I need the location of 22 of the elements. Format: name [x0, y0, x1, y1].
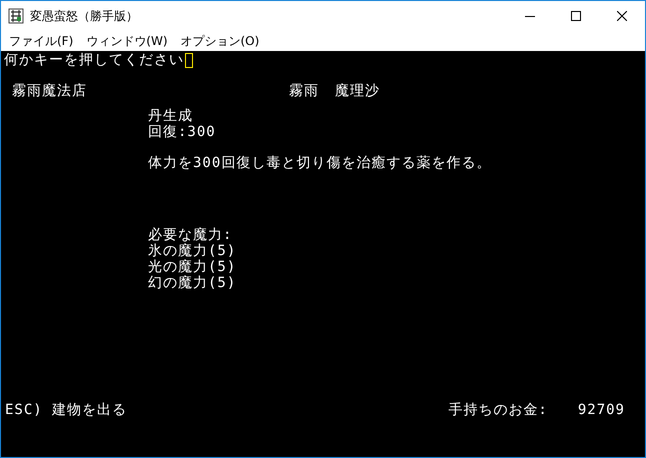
menu-item[interactable]: ウィンドウ(W) — [80, 32, 174, 50]
item-stat: 回復:300 — [148, 124, 217, 140]
requirement-item: 氷の魔力(5) — [148, 243, 238, 259]
requirements-label: 必要な魔力: — [148, 227, 234, 243]
exit-hint: ESC) 建物を出る — [5, 402, 128, 418]
money-value: 92709 — [578, 402, 625, 418]
requirement-item: 光の魔力(5) — [148, 259, 238, 275]
prompt-text: 何かキーを押してください — [4, 52, 184, 68]
owner-surname: 霧雨 — [289, 83, 319, 99]
window-title: 変愚蛮怒（勝手版） — [30, 8, 139, 24]
close-icon — [617, 11, 627, 21]
requirement-item: 幻の魔力(5) — [148, 275, 238, 291]
menu-item[interactable]: オプション(O) — [174, 32, 266, 50]
maximize-icon — [571, 11, 581, 21]
money-label: 手持ちのお金: — [448, 402, 548, 418]
item-description: 体力を300回復し毒と切り傷を治癒する薬を作る。 — [148, 155, 492, 171]
item-name: 丹生成 — [148, 108, 194, 124]
menu-item[interactable]: ファイル(F) — [3, 32, 80, 50]
app-icon — [8, 8, 24, 24]
text-cursor — [185, 52, 193, 68]
owner-name: 魔理沙 — [335, 83, 380, 99]
shop-name: 霧雨魔法店 — [12, 83, 88, 99]
